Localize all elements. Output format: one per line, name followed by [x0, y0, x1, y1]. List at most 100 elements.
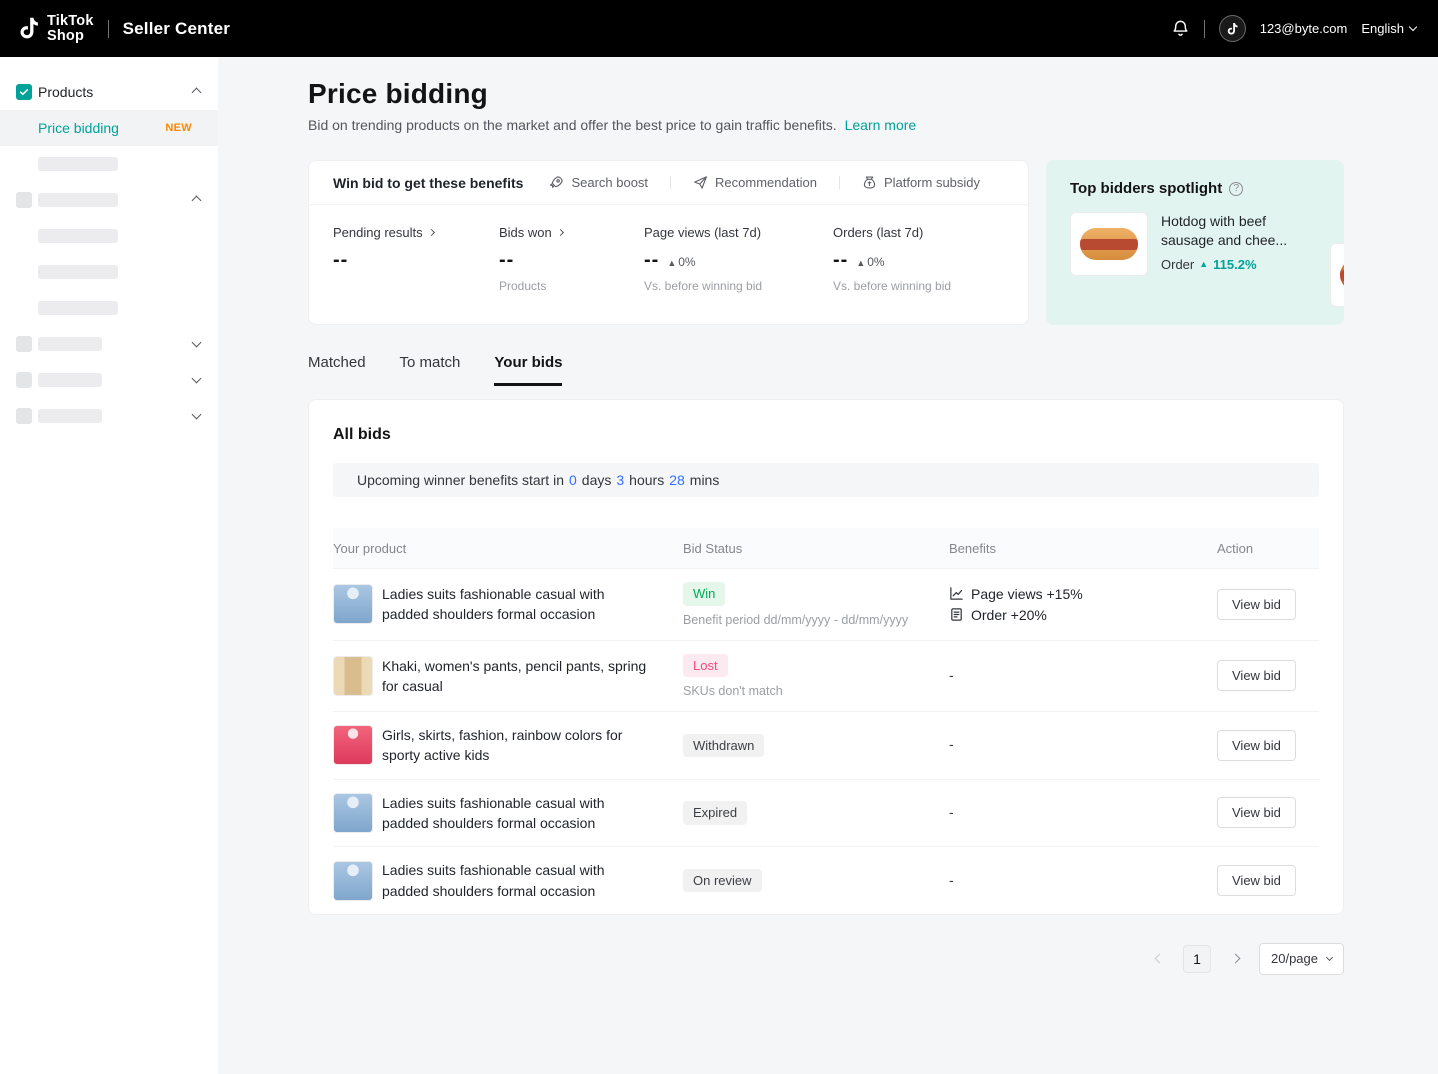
- view-bid-button[interactable]: View bid: [1217, 730, 1296, 761]
- bell-icon: [1171, 19, 1190, 38]
- status-badge: Win: [683, 582, 725, 606]
- all-bids-title: All bids: [333, 426, 1319, 444]
- account-avatar[interactable]: [1219, 15, 1246, 42]
- spotlight-product[interactable]: Hotdog with beef sausage and chee... Ord…: [1070, 212, 1344, 276]
- sidebar-skeleton-group[interactable]: [0, 182, 218, 218]
- product-name: Ladies suits fashionable casual with pad…: [382, 584, 653, 625]
- benefits-empty: -: [949, 736, 954, 752]
- chevron-left-icon: [1154, 954, 1164, 964]
- status-badge: Withdrawn: [683, 734, 764, 758]
- benefits-card: Win bid to get these benefits Search boo…: [308, 160, 1029, 325]
- product-image: [333, 584, 373, 624]
- benefit-page-views: Page views +15%: [949, 586, 1217, 602]
- spotlight-product-name: Hotdog with beef sausage and chee...: [1161, 212, 1311, 251]
- benefits-empty: -: [949, 667, 954, 683]
- view-bid-button[interactable]: View bid: [1217, 660, 1296, 691]
- stat-pending-results: Pending results --: [333, 225, 499, 293]
- status-badge: Expired: [683, 801, 747, 825]
- tab-matched[interactable]: Matched: [308, 354, 366, 386]
- table-row: Khaki, women's pants, pencil pants, spri…: [333, 640, 1319, 712]
- help-icon[interactable]: ?: [1229, 182, 1243, 196]
- sidebar-skeleton-group[interactable]: [0, 398, 218, 434]
- notifications-button[interactable]: [1171, 19, 1190, 38]
- pagination: 1 20/page: [308, 943, 1344, 975]
- sidebar-skeleton-group[interactable]: [0, 362, 218, 398]
- stat-bids-won: Bids won -- Products: [499, 225, 644, 293]
- view-bid-button[interactable]: View bid: [1217, 589, 1296, 620]
- product-image: [333, 656, 373, 696]
- spotlight-next-product-image: [1330, 243, 1344, 307]
- divider: [108, 20, 109, 38]
- tiktok-avatar-icon: [1226, 22, 1239, 36]
- stat-sub-label: Vs. before winning bid: [644, 279, 833, 293]
- stat-sub-label: Vs. before winning bid: [833, 279, 1004, 293]
- next-page-button[interactable]: [1223, 947, 1247, 971]
- language-label: English: [1361, 21, 1404, 36]
- stat-page-views: Page views (last 7d) -- ▲0% Vs. before w…: [644, 225, 833, 293]
- benefits-empty: -: [949, 804, 954, 820]
- bid-tabs: Matched To match Your bids: [308, 354, 1344, 386]
- countdown-hours: 3: [616, 472, 624, 488]
- stat-value: --: [833, 249, 848, 272]
- benefit-item-label: Search boost: [571, 175, 648, 190]
- arrow-up-icon: ▲: [856, 258, 865, 268]
- product-name: Ladies suits fashionable casual with pad…: [382, 860, 653, 901]
- product-name: Khaki, women's pants, pencil pants, spri…: [382, 656, 653, 697]
- status-sub-text: SKUs don't match: [683, 684, 949, 698]
- sidebar-item-price-bidding[interactable]: Price bidding NEW: [0, 110, 218, 146]
- stat-pending-results-link[interactable]: Pending results: [333, 225, 499, 240]
- table-header: Your product Bid Status Benefits Action: [333, 528, 1319, 568]
- table-row: Ladies suits fashionable casual with pad…: [333, 846, 1319, 914]
- spotlight-metric: Order ▲ 115.2%: [1161, 257, 1311, 272]
- countdown-days: 0: [569, 472, 577, 488]
- sidebar-skeleton-group[interactable]: [0, 326, 218, 362]
- table-row: Ladies suits fashionable casual with pad…: [333, 568, 1319, 640]
- benefit-item-recommendation: Recommendation: [671, 175, 839, 190]
- benefit-order: Order +20%: [949, 607, 1217, 623]
- stat-value: --: [333, 249, 348, 272]
- product-image: [333, 725, 373, 765]
- sidebar-item-products[interactable]: Products: [0, 74, 218, 110]
- order-list-icon: [949, 607, 964, 622]
- stat-value: --: [499, 249, 514, 272]
- seller-center-title: Seller Center: [123, 19, 230, 39]
- tab-to-match[interactable]: To match: [400, 354, 461, 386]
- view-bid-button[interactable]: View bid: [1217, 797, 1296, 828]
- benefit-item-label: Platform subsidy: [884, 175, 980, 190]
- status-badge: On review: [683, 869, 762, 893]
- rocket-icon: [549, 175, 564, 190]
- stat-bids-won-link[interactable]: Bids won: [499, 225, 644, 240]
- chevron-down-icon: [1409, 23, 1417, 31]
- arrow-up-icon: ▲: [1199, 259, 1208, 269]
- chevron-down-icon: [192, 410, 202, 420]
- chevron-down-icon: [192, 374, 202, 384]
- benefit-item-platform-subsidy: Platform subsidy: [840, 175, 1002, 190]
- countdown-mins: 28: [669, 472, 685, 488]
- column-benefits: Benefits: [949, 541, 1217, 556]
- tab-your-bids[interactable]: Your bids: [494, 354, 562, 386]
- previous-page-button[interactable]: [1147, 947, 1171, 971]
- column-your-product: Your product: [333, 541, 683, 556]
- page-subtitle: Bid on trending products on the market a…: [308, 117, 1344, 133]
- top-bidders-spotlight-card: Top bidders spotlight ? Hotdog with beef…: [1046, 160, 1344, 325]
- chart-icon: [949, 586, 964, 601]
- chevron-down-icon: [192, 338, 202, 348]
- product-image: [333, 793, 373, 833]
- sidebar: Products Price bidding NEW: [0, 57, 218, 1074]
- benefit-item-search-boost: Search boost: [549, 175, 670, 190]
- chevron-right-icon: [428, 229, 435, 236]
- learn-more-link[interactable]: Learn more: [845, 117, 917, 133]
- product-name: Ladies suits fashionable casual with pad…: [382, 793, 653, 834]
- stat-orders: Orders (last 7d) -- ▲0% Vs. before winni…: [833, 225, 1004, 293]
- page-size-select[interactable]: 20/page: [1259, 943, 1344, 975]
- account-email[interactable]: 123@byte.com: [1260, 21, 1348, 36]
- tiktok-shop-logo[interactable]: TikTok Shop: [18, 14, 94, 44]
- view-bid-button[interactable]: View bid: [1217, 865, 1296, 896]
- page-number[interactable]: 1: [1183, 945, 1211, 973]
- sidebar-item-label: Products: [38, 84, 93, 100]
- arrow-up-icon: ▲: [667, 258, 676, 268]
- chevron-down-icon: [1326, 954, 1333, 961]
- status-badge: Lost: [683, 654, 728, 678]
- language-selector[interactable]: English: [1361, 21, 1416, 36]
- logo-text-line2: Shop: [47, 29, 94, 44]
